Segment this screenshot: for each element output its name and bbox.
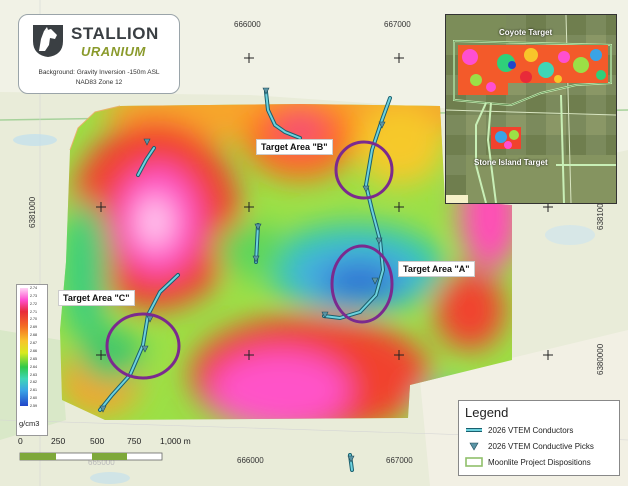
legend-item-label: 2026 VTEM Conductive Picks [488, 441, 594, 451]
colorbar-tick-label: 2.59 [30, 404, 37, 408]
scale-label: 0 [18, 436, 23, 446]
inset-map: Coyote Target Stone Island Target [445, 14, 617, 204]
logo-panel: STALLION URANIUM Background: Gravity Inv… [18, 14, 180, 94]
grid-label-x: 666000 [234, 20, 261, 29]
scale-label: 500 [90, 436, 105, 446]
inset-label-coyote: Coyote Target [499, 28, 553, 37]
datum-note: NAD83 Zone 12 [75, 79, 123, 86]
scale-label: 250 [51, 436, 66, 446]
background-note: Background: Gravity Inversion -150m ASL [38, 69, 160, 76]
conductor-line-icon [466, 428, 482, 432]
colorbar-tick-label: 2.70 [30, 317, 37, 322]
scale-label: 1,000 m [160, 436, 191, 446]
legend-item-conductors: 2026 VTEM Conductors [465, 424, 573, 436]
legend-item-picks: 2026 VTEM Conductive Picks [465, 440, 594, 452]
scale-bar-graphic [19, 452, 163, 461]
legend-item-label: Moonlite Project Dispositions [488, 457, 591, 467]
company-subname: URANIUM [81, 44, 146, 59]
colorbar-tick-label: 2.73 [30, 293, 37, 298]
scale-bar: 0 250 500 750 1,000 m [14, 436, 194, 466]
colorbar-unit: g/cm3 [19, 419, 40, 428]
scale-label: 750 [127, 436, 142, 446]
legend-title: Legend [465, 405, 509, 420]
grid-label-y: 6381000 [28, 196, 37, 228]
inset-canvas [446, 15, 616, 203]
legend-item-dispositions: Moonlite Project Dispositions [465, 456, 591, 468]
colorbar-tick-label: 2.69 [30, 325, 37, 330]
disposition-box-icon [465, 457, 483, 467]
colorbar-tick-label: 2.68 [30, 333, 37, 338]
inset-label-stone-island: Stone Island Target [474, 158, 548, 167]
colorbar-tick-label: 2.65 [30, 356, 37, 361]
colorbar-tick-label: 2.62 [30, 380, 37, 385]
colorbar-tick-label: 2.64 [30, 364, 37, 369]
colorbar-tick-label: 2.63 [30, 372, 37, 377]
company-name: STALLION [71, 24, 159, 43]
target-label-b: Target Area "B" [256, 139, 333, 155]
colorbar-tick-label: 2.72 [30, 301, 37, 306]
colorbar-tick-label: 2.60 [30, 396, 37, 401]
colorbar-tick-label: 2.66 [30, 348, 37, 353]
target-label-a: Target Area "A" [398, 261, 475, 277]
grid-label-y: 6380000 [596, 343, 605, 375]
colorbar: 2.74 2.73 2.72 2.71 2.70 2.69 2.68 2.67 2.66 2.65… [16, 284, 48, 436]
colorbar-tick-label: 2.74 [30, 286, 37, 290]
grid-label-x: 666000 [237, 456, 264, 465]
target-label-c: Target Area "C" [58, 290, 135, 306]
horse-head-icon [33, 25, 63, 57]
colorbar-tick-label: 2.67 [30, 341, 37, 346]
grid-label-x: 667000 [384, 20, 411, 29]
colorbar-tick-label: 2.61 [30, 388, 37, 393]
legend: Legend 2026 VTEM Conductors 2026 VTEM Co… [458, 400, 620, 476]
triangle-pick-icon [469, 442, 479, 451]
colorbar-gradient [20, 288, 28, 406]
grid-label-x: 667000 [386, 456, 413, 465]
map-view[interactable]: STALLION URANIUM Background: Gravity Inv… [0, 0, 628, 486]
legend-item-label: 2026 VTEM Conductors [488, 425, 574, 435]
colorbar-tick-label: 2.71 [30, 309, 37, 314]
